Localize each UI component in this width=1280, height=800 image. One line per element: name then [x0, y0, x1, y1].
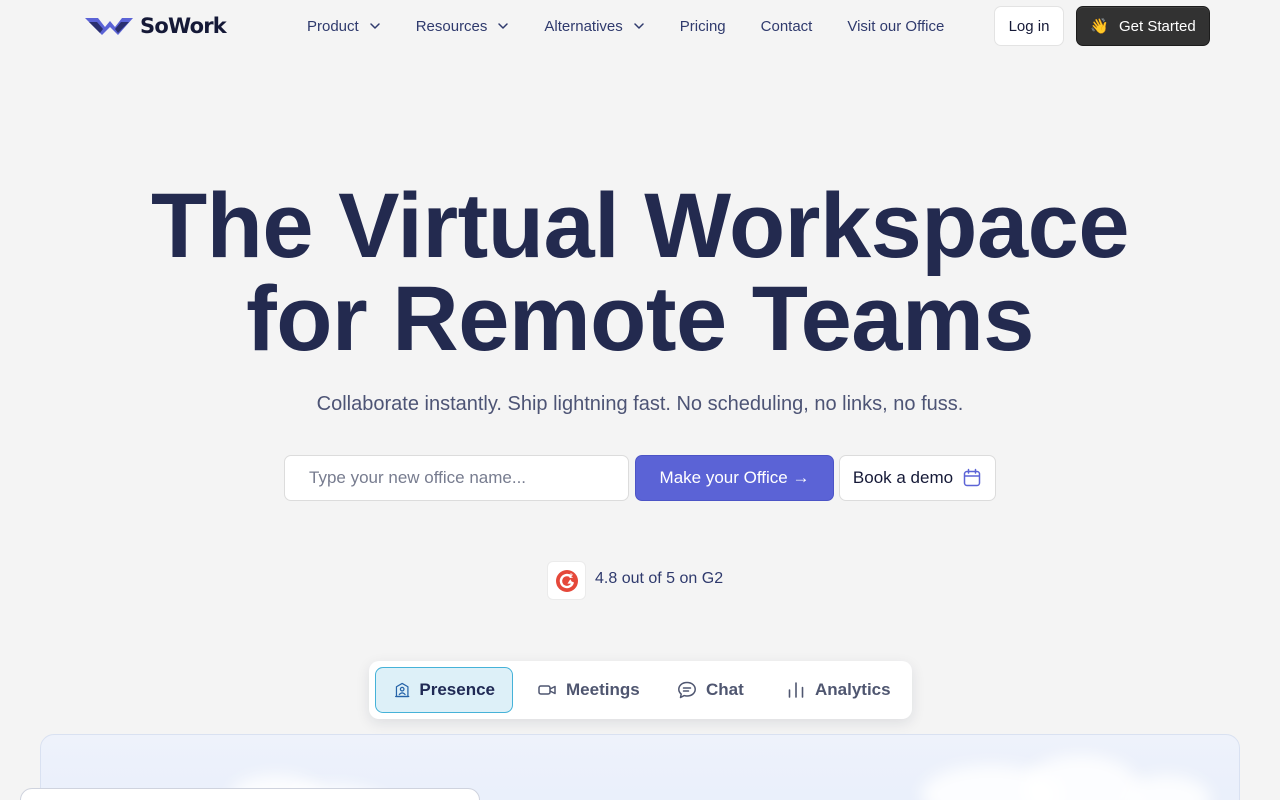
- hero-subtitle: Collaborate instantly. Ship lightning fa…: [316, 393, 964, 415]
- tab-presence[interactable]: Presence: [375, 667, 513, 713]
- feature-tabs: Presence Meetings Chat Analytics: [369, 661, 912, 719]
- nav-item-alternatives[interactable]: Alternatives: [544, 18, 644, 35]
- nav-item-label: Resources: [415, 17, 488, 35]
- hero-title-line-2: for Remote Teams: [246, 268, 1034, 370]
- sowork-logo-icon: [85, 18, 133, 35]
- g2-logo-icon: 2: [555, 569, 578, 592]
- g2-rating-text[interactable]: 4.8 out of 5 on G2: [595, 570, 723, 588]
- nav-item-label: Product: [307, 17, 359, 35]
- make-office-button[interactable]: Make your Office →: [635, 455, 834, 501]
- brand-name: SoWork: [140, 14, 227, 38]
- waving-hand-icon: 👋: [1090, 17, 1109, 35]
- tab-label: Presence: [419, 680, 495, 699]
- login-button[interactable]: Log in: [994, 6, 1064, 46]
- nav-item-product[interactable]: Product: [307, 18, 381, 35]
- hero-title: The Virtual Workspace for Remote Teams: [0, 180, 1280, 366]
- nav-item-pricing[interactable]: Pricing: [680, 18, 726, 35]
- nav-item-label: Pricing: [679, 17, 726, 35]
- sowork-logo[interactable]: SoWork: [84, 12, 227, 40]
- chevron-down-icon: [369, 23, 380, 29]
- nav-item-label: Contact: [760, 17, 813, 35]
- nav-item-label: Visit our Office: [847, 17, 945, 35]
- preview-card: [20, 788, 480, 800]
- g2-badge[interactable]: 2: [547, 561, 586, 600]
- top-navigation: SoWork Product Resources Alternatives Pr…: [0, 0, 1280, 52]
- nav-item-contact[interactable]: Contact: [761, 18, 813, 35]
- chat-bubble-icon: [678, 681, 696, 699]
- nav-links: Product Resources Alternatives Pricing C…: [307, 0, 944, 52]
- nav-item-visit-office[interactable]: Visit our Office: [847, 18, 944, 35]
- hero-title-line-1: The Virtual Workspace: [150, 175, 1130, 277]
- nav-item-label: Alternatives: [544, 17, 623, 35]
- svg-text:2: 2: [569, 573, 573, 580]
- video-camera-icon: [538, 685, 556, 695]
- book-demo-button[interactable]: Book a demo: [839, 455, 996, 501]
- get-started-label: Get Started: [1118, 17, 1196, 35]
- book-demo-label: Book a demo: [852, 468, 954, 487]
- office-name-input[interactable]: [284, 455, 629, 501]
- calendar-icon: [963, 468, 981, 487]
- tab-meetings[interactable]: Meetings: [537, 667, 640, 713]
- chevron-down-icon: [498, 23, 509, 29]
- tab-analytics[interactable]: Analytics: [786, 667, 891, 713]
- bar-chart-icon: [788, 682, 804, 698]
- chevron-down-icon: [634, 23, 644, 29]
- tab-label: Analytics: [815, 680, 891, 699]
- nav-item-resources[interactable]: Resources: [416, 18, 510, 35]
- tab-chat[interactable]: Chat: [677, 667, 744, 713]
- tab-label: Chat: [706, 680, 744, 699]
- office-building-icon: [395, 682, 410, 698]
- tab-label: Meetings: [566, 680, 640, 699]
- get-started-button[interactable]: 👋 Get Started: [1076, 6, 1210, 46]
